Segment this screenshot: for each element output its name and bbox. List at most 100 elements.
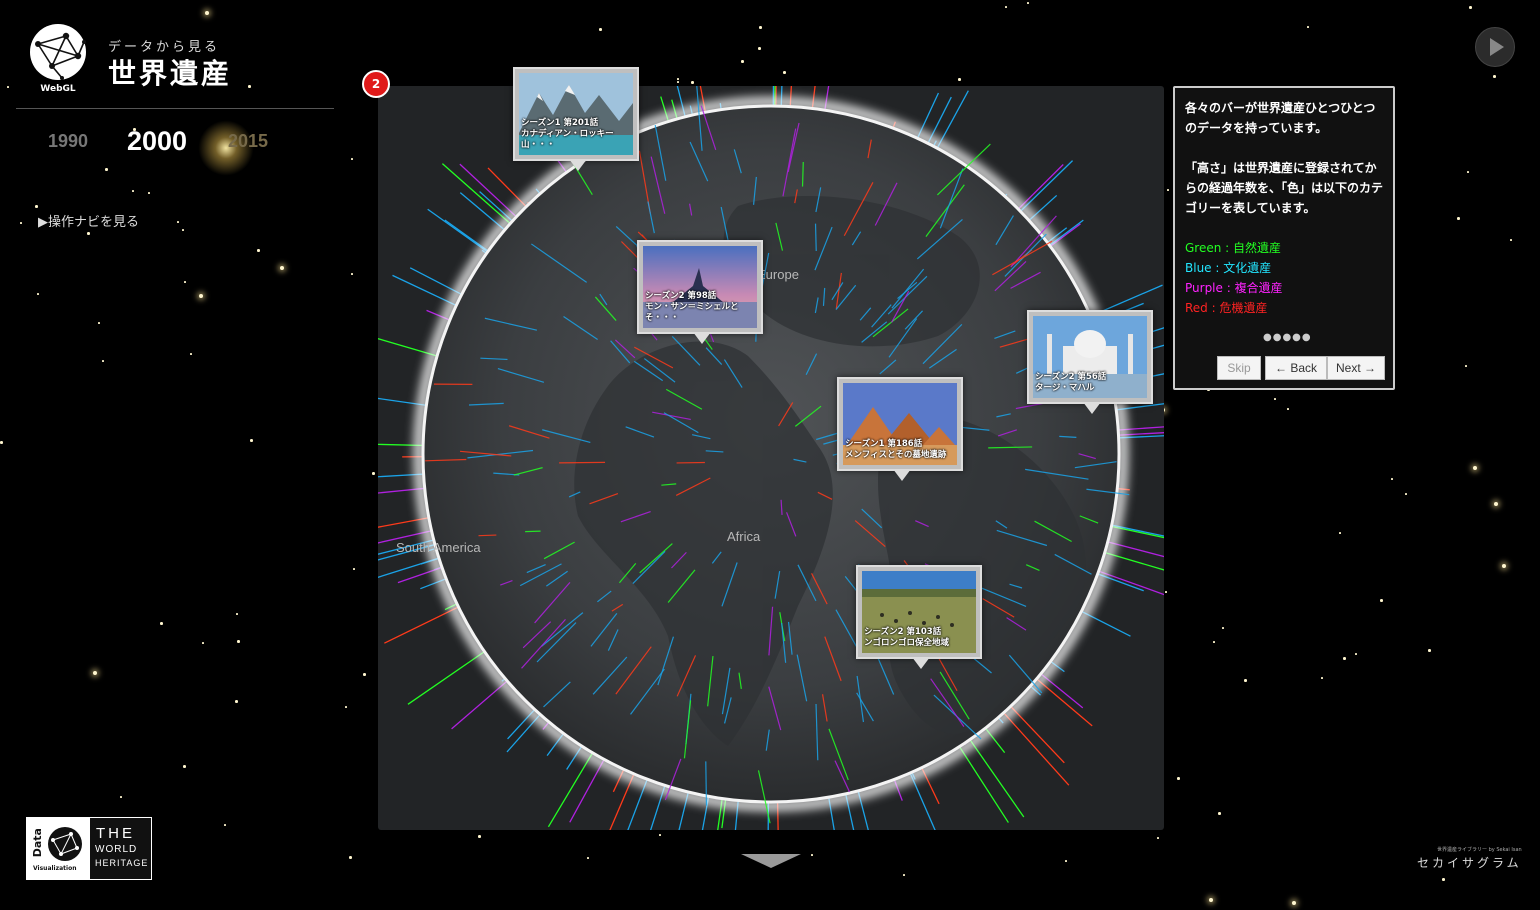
star [7,86,9,88]
star [351,158,353,160]
legend-green: Green : 自然遺産 [1185,241,1282,255]
star [98,322,100,324]
globe-visualization [378,86,1164,830]
star [903,874,905,876]
star [587,857,589,859]
star [199,294,203,298]
star [691,81,694,84]
popover-paragraph-1: 各々のバーが世界遺産ひとつひとつのデータを持っています。 [1185,101,1376,135]
heritage-bar [478,534,497,537]
heritage-card-memphis[interactable]: シーズン1 第186話 メンフィスとその墓地遺跡 [837,377,963,481]
star [363,673,366,676]
star [120,796,122,798]
star [20,222,22,224]
star [1167,189,1169,191]
play-button[interactable] [1475,27,1515,67]
heritage-card-ngorongoro[interactable]: シーズン2 第103話 ンゴロンゴロ保全地域 [856,565,982,669]
star [1222,627,1224,629]
webgl-logo[interactable]: WebGL [28,22,88,94]
card-pointer [693,332,711,344]
heritage-card-canadian-rockies[interactable]: シーズン1 第201話 カナディアン・ロッキー山・・・ [513,67,639,171]
star [1442,878,1445,881]
star [35,205,38,208]
legend-purple: Purple : 複合遺産 [1185,281,1283,295]
card-pointer [912,657,930,669]
star [1065,860,1067,862]
show-navigation-link[interactable]: ▶操作ナビを見る [38,211,139,230]
star [190,353,192,355]
skip-button[interactable]: Skip [1217,356,1261,380]
star [257,249,260,252]
star [1502,564,1506,568]
star [677,81,679,83]
logo-data-text: Data [31,828,44,858]
star [1321,677,1323,679]
star [1469,6,1472,9]
star [1287,408,1289,410]
star [182,229,184,231]
year-2015[interactable]: 2015 [228,131,268,152]
card-caption: シーズン2 第103話 ンゴロンゴロ保全地域 [864,627,950,648]
star [1467,171,1469,173]
heritage-card-taj-mahal[interactable]: シーズン2 第56話 タージ・マハル [1027,310,1153,414]
star [235,700,238,703]
label-europe: Europe [757,267,799,282]
star [105,168,108,171]
globe-panel[interactable] [378,86,1164,830]
legend-red: Red : 危機遺産 [1185,301,1268,315]
tour-step-badge: 2 [362,70,390,98]
logo-left: Data Visualization [27,818,90,879]
heritage-bar [705,761,708,806]
star [1157,837,1159,839]
card-pointer [893,469,911,481]
logo-world: WORLD [95,844,138,855]
star [1473,466,1477,470]
star [280,266,284,270]
star [1510,239,1512,241]
star [132,190,134,192]
card-caption: シーズン2 第56話 タージ・マハル [1035,372,1107,393]
brand-logo-text: セカイサグラム [1417,856,1522,870]
star [1494,502,1498,506]
label-south-america: South America [396,540,481,555]
star [1457,217,1460,220]
category-legend: Green : 自然遺産 Blue : 文化遺産 Purple : 複合遺産 R… [1185,238,1383,318]
heritage-card-mont-saint-michel[interactable]: シーズン2 第98話 モン・サン＝ミシェルとそ・・・ [637,240,763,344]
logo-the: THE [96,825,135,842]
star [1307,26,1309,28]
star [160,622,163,625]
star [148,192,150,194]
heritage-bar [801,162,804,187]
card-caption: シーズン1 第186話 メンフィスとその墓地遺跡 [845,439,947,460]
year-1990[interactable]: 1990 [48,131,88,152]
star [783,71,786,74]
star [205,11,209,15]
star [1209,898,1213,902]
star [1292,901,1296,905]
year-2000-selected[interactable]: 2000 [127,126,187,157]
site-title: 世界遺産 [108,57,233,90]
legend-blue: Blue : 文化遺産 [1185,261,1272,275]
star [677,78,679,80]
star [87,232,90,235]
star [351,273,353,275]
header-divider [16,108,334,109]
globe-network-icon [30,24,86,80]
star [1343,657,1346,660]
data-visualization-logo[interactable]: Data Visualization THE WORLD HERITAGE [26,817,152,880]
star [102,360,104,362]
chevron-down-icon[interactable] [741,854,801,868]
star [1177,777,1180,780]
star [250,439,253,442]
star [1405,493,1407,495]
star [1005,6,1007,8]
logo-visualization-text: Visualization [33,865,77,872]
star [1465,365,1467,367]
star [741,60,744,63]
play-icon [1490,38,1504,56]
star [349,856,352,859]
star [759,26,762,29]
back-button[interactable]: ← Back [1265,356,1327,380]
label-africa: Africa [727,529,761,544]
next-button[interactable]: Next → [1327,356,1385,380]
